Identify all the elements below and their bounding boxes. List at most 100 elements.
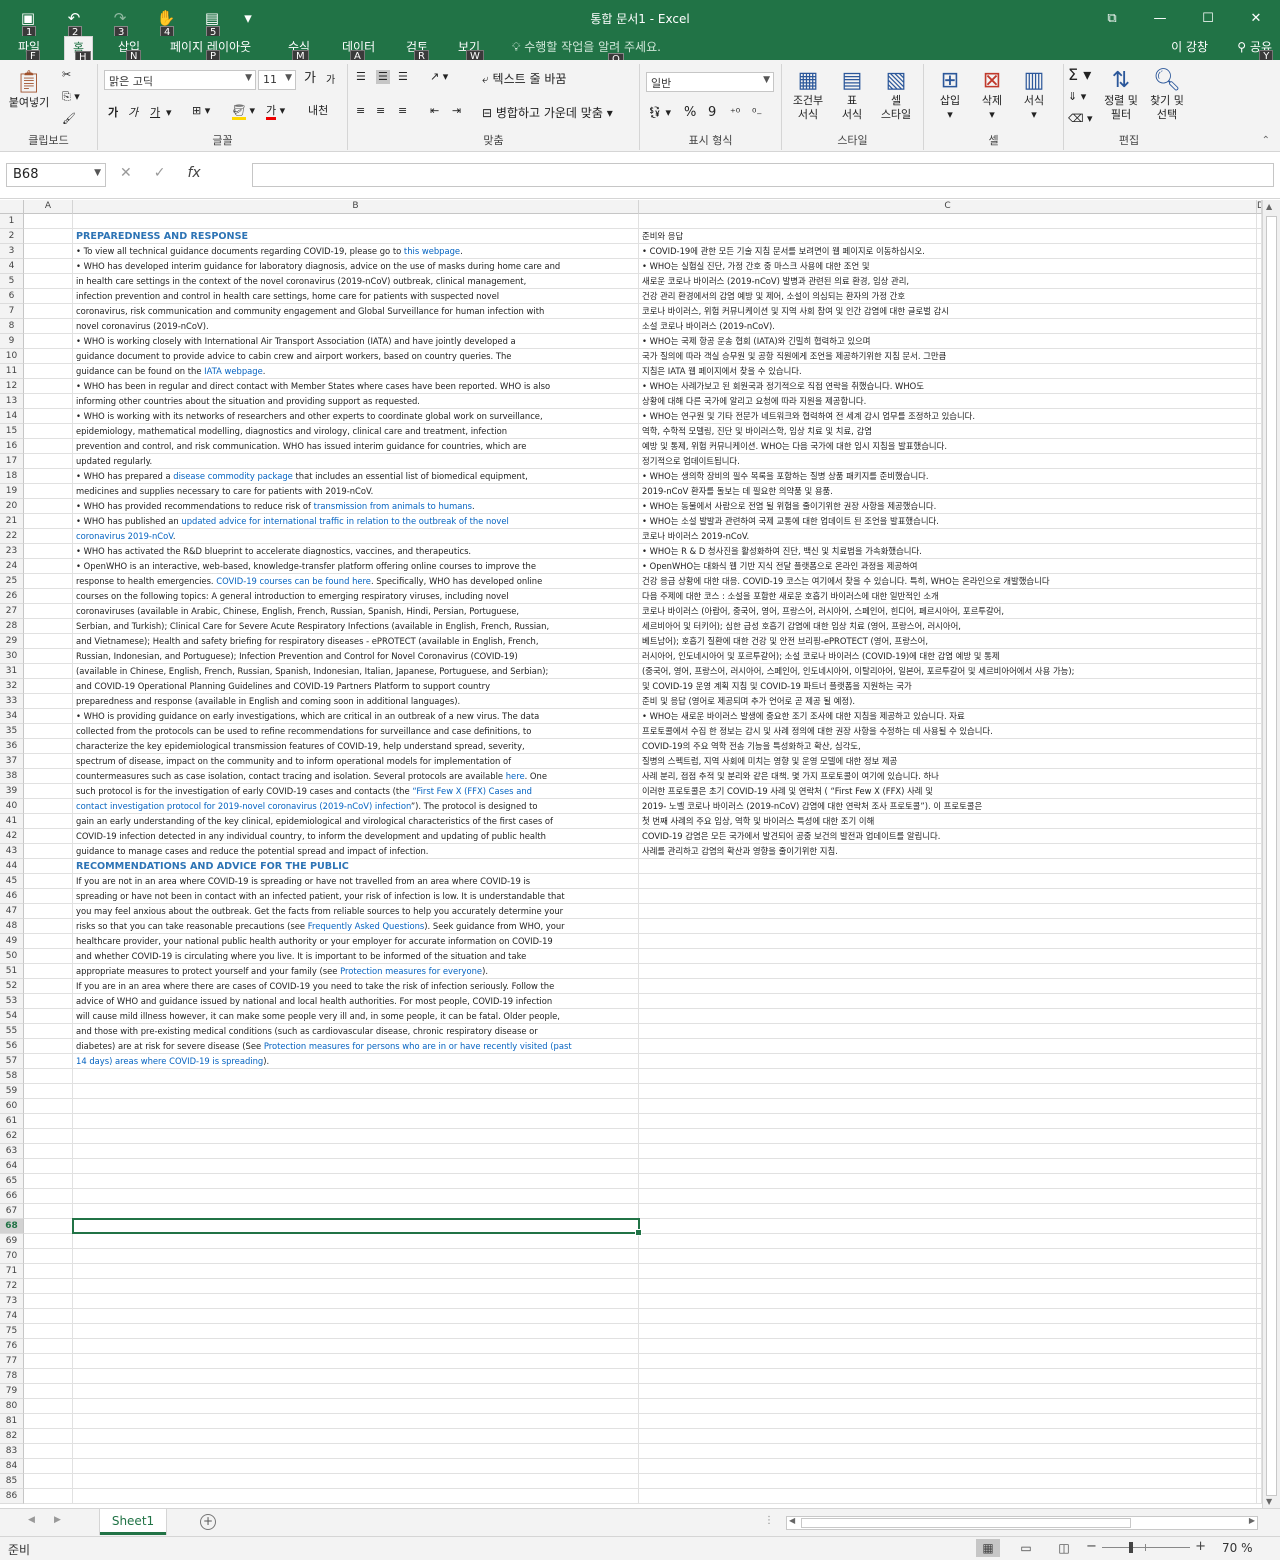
cell-c[interactable]: 및 COVID-19 운영 계획 지침 및 COVID-19 파트너 플랫폼을 …	[639, 679, 1257, 694]
row-header[interactable]: 59	[0, 1084, 24, 1099]
row-header[interactable]: 6	[0, 289, 24, 304]
row-header[interactable]: 4	[0, 259, 24, 274]
cell-c[interactable]	[639, 1249, 1257, 1264]
cell-b[interactable]: and those with pre-existing medical cond…	[73, 1024, 639, 1039]
cell-a[interactable]	[24, 964, 73, 979]
cell-a[interactable]	[24, 874, 73, 889]
cell-c[interactable]: • WHO는 동물에서 사람으로 전염 될 위험을 줄이기위한 권장 사항을 제…	[639, 499, 1257, 514]
cell-b[interactable]: courses on the following topics: A gener…	[73, 589, 639, 604]
cell-c[interactable]: 코로나 바이러스 2019-nCoV.	[639, 529, 1257, 544]
cell-a[interactable]	[24, 889, 73, 904]
cell-b[interactable]: guidance can be found on the IATA webpag…	[73, 364, 639, 379]
tab-view[interactable]: 보기 W	[450, 36, 488, 64]
cell-b[interactable]: will cause mild illness however, it can …	[73, 1009, 639, 1024]
cell-c[interactable]: 이러한 프로토콜은 초기 COVID-19 사례 및 연락처 ( “First …	[639, 784, 1257, 799]
row-header[interactable]: 50	[0, 949, 24, 964]
cell-c[interactable]: • OpenWHO는 대화식 웹 기반 지식 전달 플랫폼으로 온라인 과정을 …	[639, 559, 1257, 574]
hyperlink[interactable]: this webpage	[404, 246, 460, 256]
cell-c[interactable]: 코로나 바이러스 (아랍어, 중국어, 영어, 프랑스어, 러시아어, 스페인어…	[639, 604, 1257, 619]
align-bottom-icon[interactable]: ☰	[398, 70, 408, 84]
cell-b[interactable]	[73, 1234, 639, 1249]
cell-c[interactable]: 건강 관리 환경에서의 감염 예방 및 제어, 소설이 의심되는 환자의 가정 …	[639, 289, 1257, 304]
cell-b[interactable]: If you are not in an area where COVID-19…	[73, 874, 639, 889]
row-header[interactable]: 80	[0, 1399, 24, 1414]
cell-c[interactable]	[639, 859, 1257, 874]
cell-c[interactable]: • COVID-19에 관한 모든 기술 지침 문서를 보려면이 웹 페이지로 …	[639, 244, 1257, 259]
cell-c[interactable]	[639, 1264, 1257, 1279]
row-header[interactable]: 5	[0, 274, 24, 289]
tab-file[interactable]: 파일 F	[10, 36, 48, 64]
cell-a[interactable]	[24, 334, 73, 349]
conditional-format-button[interactable]: ▦ 조건부 서식	[786, 68, 830, 122]
enter-icon[interactable]: ✓	[154, 165, 166, 181]
cancel-icon[interactable]: ✕	[120, 165, 132, 181]
cell-b[interactable]	[73, 1159, 639, 1174]
cell-b[interactable]: and Vietnamese); Health and safety brief…	[73, 634, 639, 649]
cell-c[interactable]	[639, 1339, 1257, 1354]
row-header[interactable]: 74	[0, 1309, 24, 1324]
row-header[interactable]: 7	[0, 304, 24, 319]
cell-c[interactable]: • WHO는 R & D 청사진을 활성화하여 진단, 백신 및 치료법을 가속…	[639, 544, 1257, 559]
fill-color-icon[interactable]: 🪣︎ ▾	[232, 104, 255, 120]
page-break-view-icon[interactable]: ◫	[1052, 1539, 1076, 1557]
cell-a[interactable]	[24, 304, 73, 319]
cell-b[interactable]: you may feel anxious about the outbreak.…	[73, 904, 639, 919]
cell-c[interactable]	[639, 934, 1257, 949]
cell-c[interactable]: 2019- 노벨 코로나 바이러스 (2019-nCoV) 감염에 대한 연락처…	[639, 799, 1257, 814]
hyperlink[interactable]: 14 days) areas where COVID-19 is spreadi…	[76, 1056, 263, 1066]
row-header[interactable]: 31	[0, 664, 24, 679]
cell-a[interactable]	[24, 1189, 73, 1204]
cell-c[interactable]: COVID-19의 주요 역학 전송 기능을 특성화하고 확산, 심각도,	[639, 739, 1257, 754]
tab-split-handle[interactable]: ⋮	[764, 1515, 774, 1526]
cell-c[interactable]	[639, 1459, 1257, 1474]
row-header[interactable]: 19	[0, 484, 24, 499]
font-size-combo[interactable]: 11 ▼	[258, 70, 296, 90]
cell-c[interactable]: 지침은 IATA 웹 페이지에서 찾을 수 있습니다.	[639, 364, 1257, 379]
row-header[interactable]: 70	[0, 1249, 24, 1264]
hyperlink[interactable]: coronavirus 2019-nCoV	[76, 531, 173, 541]
cell-a[interactable]	[24, 439, 73, 454]
cell-a[interactable]	[24, 784, 73, 799]
cell-b[interactable]: guidance to manage cases and reduce the …	[73, 844, 639, 859]
format-cells-button[interactable]: ▥ 서식 ▾	[1014, 68, 1054, 122]
hyperlink[interactable]: here	[506, 771, 525, 781]
font-name-combo[interactable]: 맑은 고딕 ▼	[104, 70, 256, 90]
cell-b[interactable]	[73, 1309, 639, 1324]
row-header[interactable]: 69	[0, 1234, 24, 1249]
scroll-right-icon[interactable]: ▶	[1249, 1516, 1255, 1525]
active-cell-selection[interactable]	[72, 1218, 642, 1236]
cell-a[interactable]	[24, 1174, 73, 1189]
cell-b[interactable]	[73, 1324, 639, 1339]
cell-c[interactable]: 사례를 관리하고 감염의 확산과 영향을 줄이기위한 지침.	[639, 844, 1257, 859]
cell-b[interactable]: characterize the key epidemiological tra…	[73, 739, 639, 754]
minimize-button[interactable]: —	[1136, 0, 1184, 36]
cell-c[interactable]: 준비와 응답	[639, 229, 1257, 244]
cell-c[interactable]	[639, 1054, 1257, 1069]
cell-a[interactable]	[24, 484, 73, 499]
cell-a[interactable]	[24, 1339, 73, 1354]
comma-style-button[interactable]: 9	[708, 106, 716, 120]
row-header[interactable]: 68	[0, 1219, 24, 1234]
cell-b[interactable]: guidance document to provide advice to c…	[73, 349, 639, 364]
prev-sheet-icon[interactable]: ◀	[28, 1515, 35, 1525]
cell-a[interactable]	[24, 214, 73, 229]
row-header[interactable]: 49	[0, 934, 24, 949]
cell-a[interactable]	[24, 919, 73, 934]
paste-button[interactable]: 📋︎ 붙여넣기	[6, 70, 52, 110]
row-header[interactable]: 41	[0, 814, 24, 829]
cell-a[interactable]	[24, 1414, 73, 1429]
cell-a[interactable]	[24, 1054, 73, 1069]
cell-a[interactable]	[24, 499, 73, 514]
cell-b[interactable]: contact investigation protocol for 2019-…	[73, 799, 639, 814]
row-header[interactable]: 48	[0, 919, 24, 934]
cell-b[interactable]	[73, 1144, 639, 1159]
column-header-c[interactable]: C	[639, 200, 1257, 214]
row-header[interactable]: 3	[0, 244, 24, 259]
row-header[interactable]: 8	[0, 319, 24, 334]
cell-b[interactable]: gain an early understanding of the key c…	[73, 814, 639, 829]
cell-b[interactable]: appropriate measures to protect yourself…	[73, 964, 639, 979]
cell-b[interactable]: RECOMMENDATIONS AND ADVICE FOR THE PUBLI…	[73, 859, 639, 874]
cell-a[interactable]	[24, 1294, 73, 1309]
cell-b[interactable]	[73, 1204, 639, 1219]
cell-c[interactable]: • WHO는 국제 항공 운송 협회 (IATA)와 긴밀히 협력하고 있으며	[639, 334, 1257, 349]
